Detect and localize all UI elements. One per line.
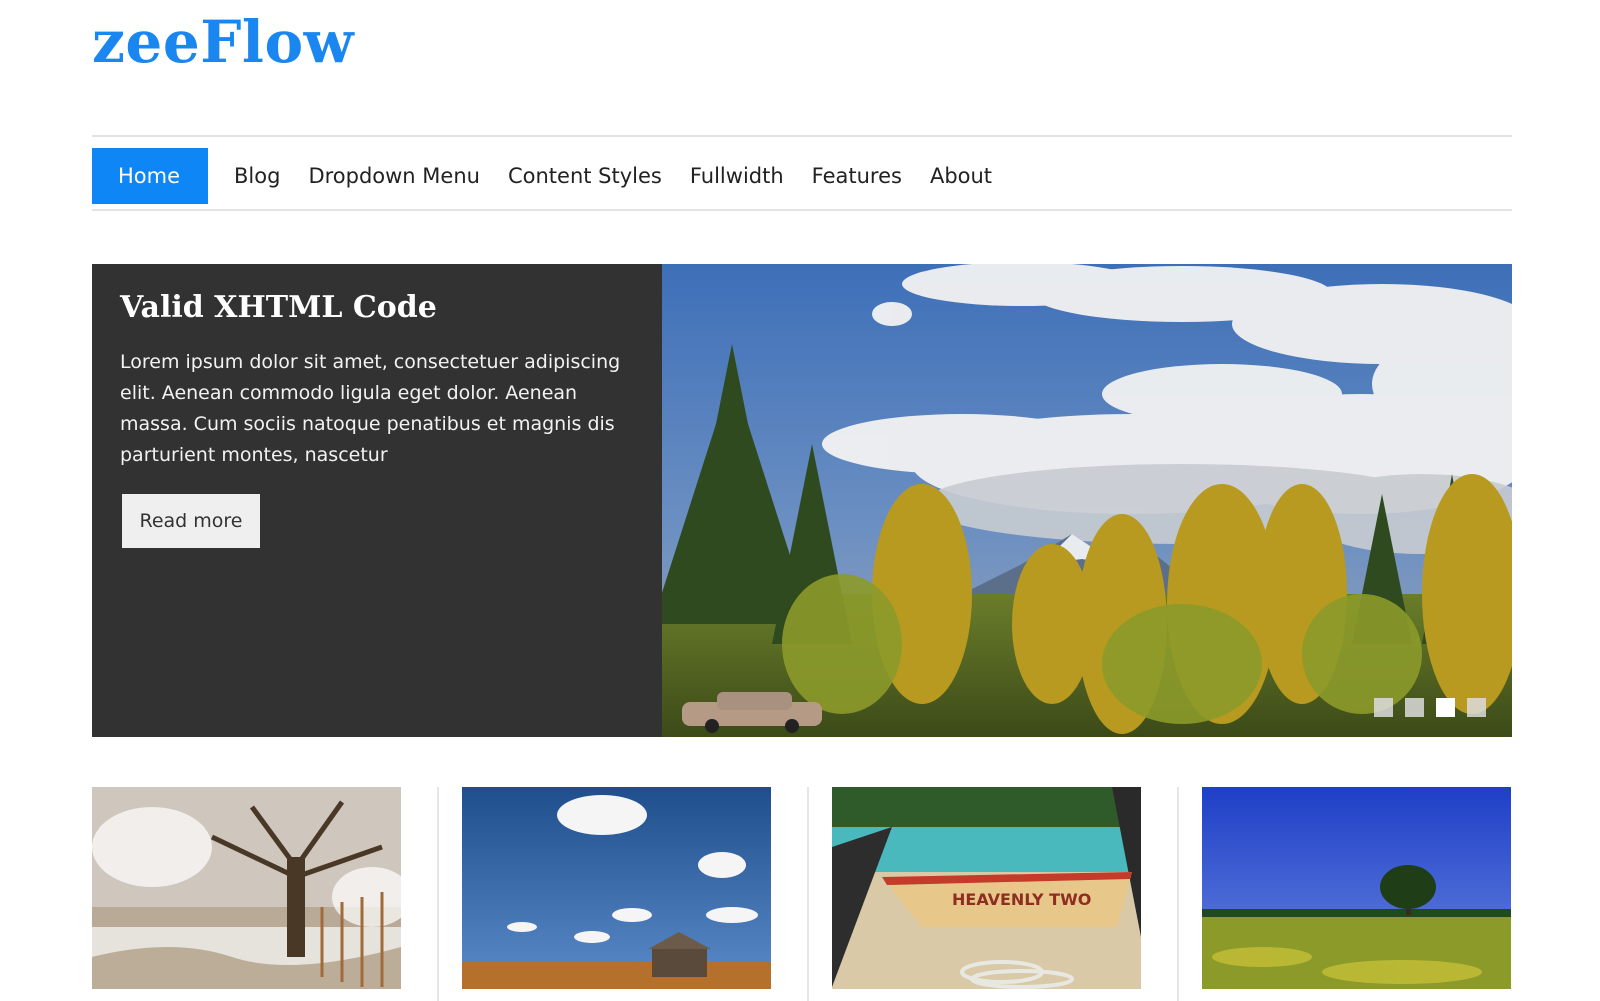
barn-field-image[interactable] [462,787,771,989]
pager-dot-3[interactable] [1436,698,1455,717]
slide-image-forest-landscape[interactable] [662,264,1512,737]
nav-item-fullwidth[interactable]: Fullwidth [690,148,784,204]
thumbnail-divider [437,787,439,1001]
main-navigation: Home Blog Dropdown Menu Content Styles F… [92,135,1512,211]
pager-dot-4[interactable] [1467,698,1486,717]
nav-item-features[interactable]: Features [812,148,902,204]
nav-item-home[interactable]: Home [92,148,209,204]
nav-list: Home Blog Dropdown Menu Content Styles F… [92,148,1020,204]
tree-meadow-image[interactable] [1202,787,1511,989]
featured-slider: Valid XHTML Code Lorem ipsum dolor sit a… [92,264,1512,737]
slide-title: Valid XHTML Code [120,290,437,325]
site-logo[interactable]: zeeFlow [92,8,354,76]
thumbnail-divider [1177,787,1179,1001]
slide-text: Lorem ipsum dolor sit amet, consectetuer… [120,351,621,466]
svg-text:HEAVENLY TWO: HEAVENLY TWO [952,890,1091,909]
pager-dot-2[interactable] [1405,698,1424,717]
nav-item-dropdown-menu[interactable]: Dropdown Menu [308,148,480,204]
forest-landscape-image [662,264,1512,737]
read-more-button[interactable]: Read more [122,494,260,548]
nav-item-blog[interactable]: Blog [234,148,280,204]
winter-tree-image[interactable] [92,787,401,989]
beach-boat-image[interactable]: HEAVENLY TWO [832,787,1141,989]
thumbnail-row: HEAVENLY TWO [92,787,1512,1001]
thumbnail-divider [807,787,809,1001]
slide-caption-panel: Valid XHTML Code Lorem ipsum dolor sit a… [92,264,660,737]
nav-item-content-styles[interactable]: Content Styles [508,148,662,204]
nav-item-about[interactable]: About [930,148,992,204]
slider-pager [1374,698,1486,717]
pager-dot-1[interactable] [1374,698,1393,717]
